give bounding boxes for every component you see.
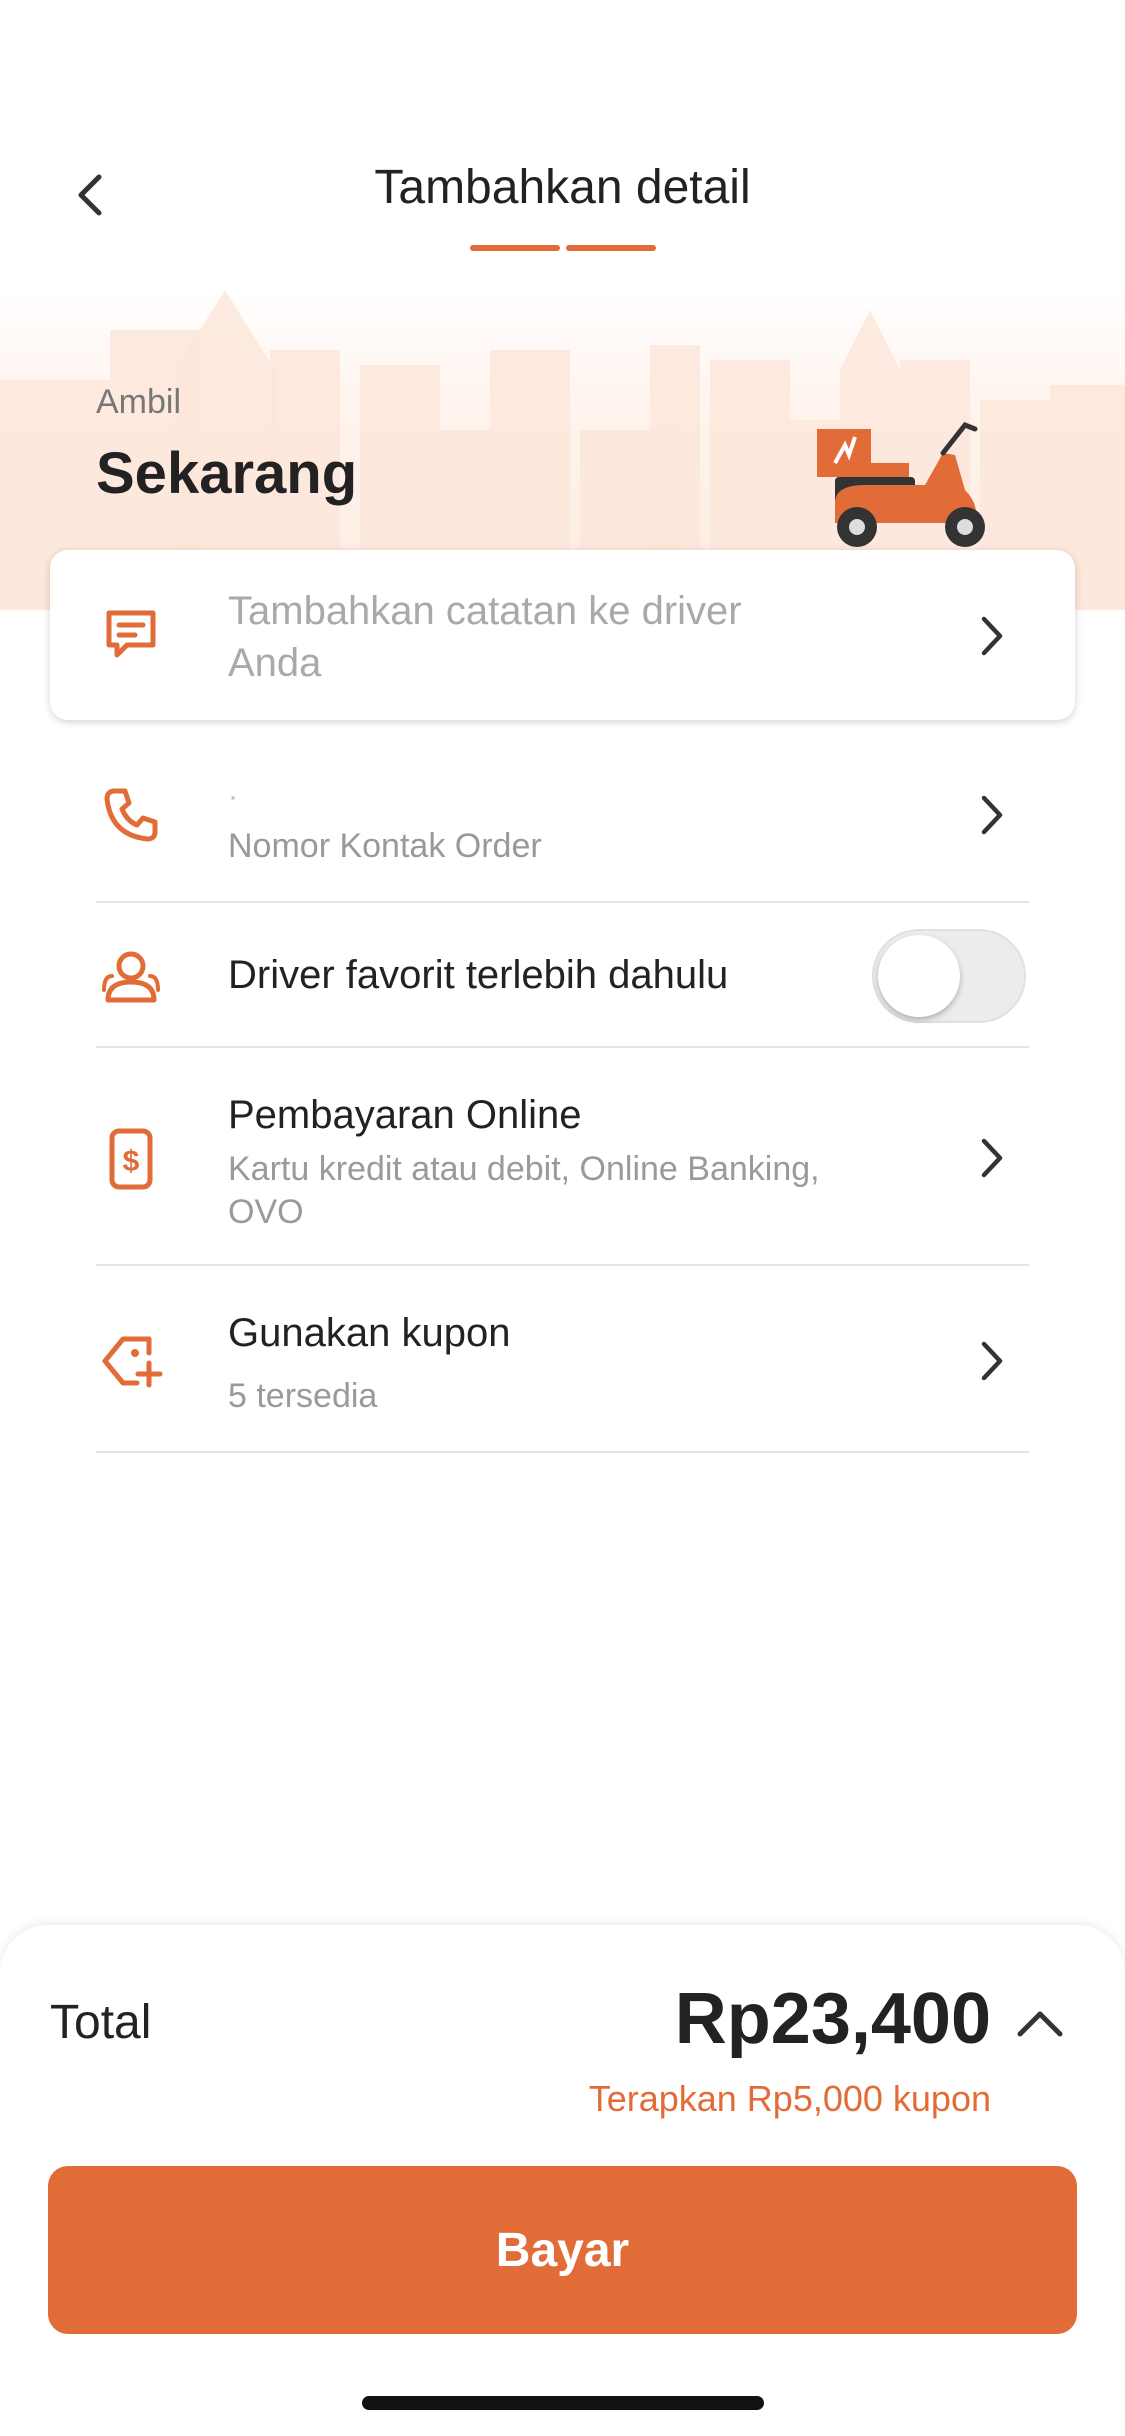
coupon-title: Gunakan kupon bbox=[228, 1311, 511, 1355]
favorite-driver-label: Driver favorit terlebih dahulu bbox=[228, 953, 729, 997]
contact-value: · bbox=[228, 780, 238, 813]
toggle-knob bbox=[878, 935, 960, 1017]
chevron-right-icon bbox=[972, 611, 1012, 661]
apply-coupon-link[interactable]: Terapkan Rp5,000 kupon bbox=[589, 2078, 991, 2120]
divider bbox=[96, 1046, 1029, 1048]
chevron-right-icon[interactable] bbox=[972, 790, 1012, 840]
chevron-right-icon[interactable] bbox=[972, 1133, 1012, 1183]
coupon-subtitle: 5 tersedia bbox=[228, 1377, 378, 1415]
svg-text:$: $ bbox=[123, 1145, 140, 1178]
favorite-driver-toggle[interactable] bbox=[872, 929, 1026, 1023]
payment-subtitle: Kartu kredit atau debit, Online Banking,… bbox=[228, 1150, 820, 1231]
phone-icon bbox=[96, 780, 166, 850]
step-indicator-1 bbox=[470, 245, 560, 251]
pickup-label: Ambil bbox=[96, 383, 182, 421]
total-amount: Rp23,400 bbox=[674, 1979, 991, 2059]
divider bbox=[96, 901, 1029, 903]
chevron-up-icon[interactable] bbox=[1010, 1998, 1070, 2048]
users-icon bbox=[96, 941, 166, 1011]
divider bbox=[96, 1264, 1029, 1266]
total-label: Total bbox=[50, 1996, 152, 2049]
payment-phone-icon: $ bbox=[96, 1124, 166, 1194]
payment-title: Pembayaran Online bbox=[228, 1093, 582, 1137]
pickup-time[interactable]: Sekarang bbox=[96, 440, 357, 507]
step-indicator-2 bbox=[566, 245, 656, 251]
message-icon bbox=[96, 600, 166, 670]
contact-label: Nomor Kontak Order bbox=[228, 827, 542, 865]
page-title: Tambahkan detail bbox=[374, 161, 751, 214]
coupon-tag-icon bbox=[96, 1326, 166, 1396]
pay-button[interactable]: Bayar bbox=[48, 2166, 1077, 2334]
chevron-right-icon[interactable] bbox=[972, 1336, 1012, 1386]
home-indicator[interactable] bbox=[362, 2396, 764, 2410]
scooter-illustration bbox=[817, 421, 985, 547]
driver-note-placeholder: Tambahkan catatan ke driver Anda bbox=[228, 589, 742, 685]
divider bbox=[96, 1451, 1029, 1453]
